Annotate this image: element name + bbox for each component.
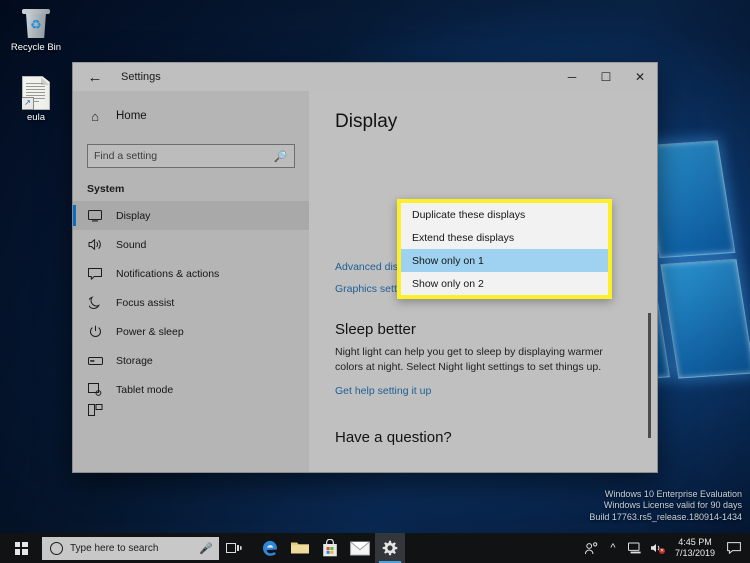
gear-icon [382, 540, 398, 556]
sidebar-item-focus-assist[interactable]: Focus assist [73, 288, 309, 317]
dropdown-option-show-only-1[interactable]: Show only on 1 [401, 249, 608, 272]
microphone-icon[interactable]: 🎤 [199, 542, 213, 555]
mail-button[interactable] [345, 533, 375, 563]
edge-icon [262, 540, 277, 556]
settings-taskbar-button[interactable] [375, 533, 405, 563]
page-title: Display [335, 111, 398, 132]
maximize-button[interactable]: ☐ [589, 63, 623, 91]
folder-icon [291, 542, 309, 554]
tablet-icon [87, 383, 103, 396]
start-button[interactable] [0, 533, 42, 563]
sidebar-item-tablet-mode[interactable]: Tablet mode [73, 375, 309, 404]
windows-logo-icon [14, 541, 28, 555]
cortana-icon [50, 541, 63, 555]
mail-envelope-icon [350, 541, 370, 555]
clock-time: 4:45 PM [678, 537, 712, 547]
sidebar-item-display[interactable]: Display [73, 201, 309, 230]
watermark-line-3: Build 17763.rs5_release.180914-1434 [589, 511, 742, 522]
clock-date: 7/13/2019 [674, 548, 715, 558]
sidebar-item-sound[interactable]: Sound [73, 230, 309, 259]
sidebar-item-storage[interactable]: Storage [73, 346, 309, 375]
settings-search-box[interactable]: 🔍 [87, 144, 295, 168]
taskbar[interactable]: Type here to search 🎤 ^ ✕ 4:45 PM 7/13/2… [0, 533, 750, 563]
dropdown-option-extend[interactable]: Extend these displays [401, 226, 608, 249]
desktop-icon-label: Recycle Bin [10, 42, 62, 53]
desktop-icon-label: eula [27, 112, 45, 123]
chevron-up-icon[interactable]: ^ [602, 533, 624, 563]
drive-icon [87, 356, 103, 365]
content-scrollbar[interactable] [646, 91, 653, 472]
sidebar-item-power-sleep[interactable]: Power & sleep [73, 317, 309, 346]
people-icon[interactable] [580, 533, 602, 563]
sidebar-item-label: Notifications & actions [116, 267, 220, 280]
desktop-icon-eula[interactable]: ↗ eula [2, 76, 70, 123]
sidebar-item-partial[interactable] [73, 404, 309, 418]
taskbar-clock[interactable]: 4:45 PM 7/13/2019 [668, 537, 722, 559]
moon-icon [87, 296, 103, 309]
sidebar-item-notifications[interactable]: Notifications & actions [73, 259, 309, 288]
sleep-better-description: Night light can help you get to sleep by… [335, 346, 603, 373]
windows-activation-watermark: Windows 10 Enterprise Evaluation Windows… [589, 489, 742, 524]
mute-badge: ✕ [658, 548, 665, 554]
search-input[interactable] [94, 150, 275, 162]
sidebar-item-label: Sound [116, 238, 147, 251]
sidebar-item-label: Focus assist [116, 296, 175, 309]
dropdown-option-duplicate[interactable]: Duplicate these displays [401, 203, 608, 226]
task-view-button[interactable] [219, 533, 249, 563]
shortcut-arrow-icon: ↗ [22, 97, 34, 110]
speaker-icon [87, 238, 103, 251]
sidebar-item-label: Display [116, 209, 151, 222]
network-icon[interactable] [624, 533, 646, 563]
monitor-icon [87, 209, 103, 222]
system-tray[interactable]: ^ ✕ 4:45 PM 7/13/2019 [580, 533, 750, 563]
multitasking-icon [87, 404, 103, 416]
volume-muted-icon[interactable]: ✕ [646, 533, 668, 563]
task-view-icon [226, 542, 242, 553]
desktop[interactable]: ♻ Recycle Bin ↗ eula ← Settings ─ ☐ ✕ ⌂ … [0, 0, 750, 563]
action-center-icon[interactable] [722, 533, 746, 563]
sidebar-group-label: System [87, 183, 125, 195]
watermark-line-2: Windows License valid for 90 days [603, 500, 742, 510]
back-button[interactable]: ← [73, 63, 117, 91]
store-button[interactable] [315, 533, 345, 563]
get-help-setting-it-up-link[interactable]: Get help setting it up [335, 385, 631, 397]
search-icon: 🔍 [274, 150, 288, 163]
window-titlebar[interactable]: ← Settings ─ ☐ ✕ [73, 62, 657, 91]
dropdown-option-show-only-2[interactable]: Show only on 2 [401, 272, 608, 295]
have-a-question-heading: Have a question? [335, 429, 452, 446]
text-document-icon: ↗ [22, 76, 50, 110]
sidebar-item-label: Storage [116, 354, 153, 367]
store-bag-icon [323, 539, 337, 557]
desktop-icon-recycle-bin[interactable]: ♻ Recycle Bin [2, 8, 70, 53]
scrollbar-thumb[interactable] [648, 313, 651, 438]
notification-icon [87, 267, 103, 280]
window-title: Settings [121, 71, 161, 83]
taskbar-search-box[interactable]: Type here to search 🎤 [42, 536, 219, 560]
close-button[interactable]: ✕ [623, 63, 657, 91]
sleep-better-heading: Sleep better [335, 321, 416, 338]
minimize-button[interactable]: ─ [555, 63, 589, 91]
sidebar-item-label: Power & sleep [116, 325, 184, 338]
sidebar-item-label: Home [116, 110, 147, 122]
sidebar-item-home[interactable]: ⌂ Home [73, 101, 309, 131]
settings-window[interactable]: ← Settings ─ ☐ ✕ ⌂ Home 🔍 System [72, 62, 658, 473]
power-icon [87, 325, 103, 338]
file-explorer-button[interactable] [285, 533, 315, 563]
watermark-line-1: Windows 10 Enterprise Evaluation [604, 488, 742, 499]
taskbar-search-placeholder: Type here to search [70, 542, 159, 554]
display-mode-dropdown[interactable]: Duplicate these displays Extend these di… [397, 199, 612, 299]
recycle-bin-icon: ♻ [21, 8, 51, 40]
sidebar-item-label: Tablet mode [116, 383, 174, 396]
settings-sidebar[interactable]: ⌂ Home 🔍 System Display [73, 91, 309, 472]
edge-button[interactable] [255, 533, 285, 563]
home-icon: ⌂ [91, 108, 99, 124]
